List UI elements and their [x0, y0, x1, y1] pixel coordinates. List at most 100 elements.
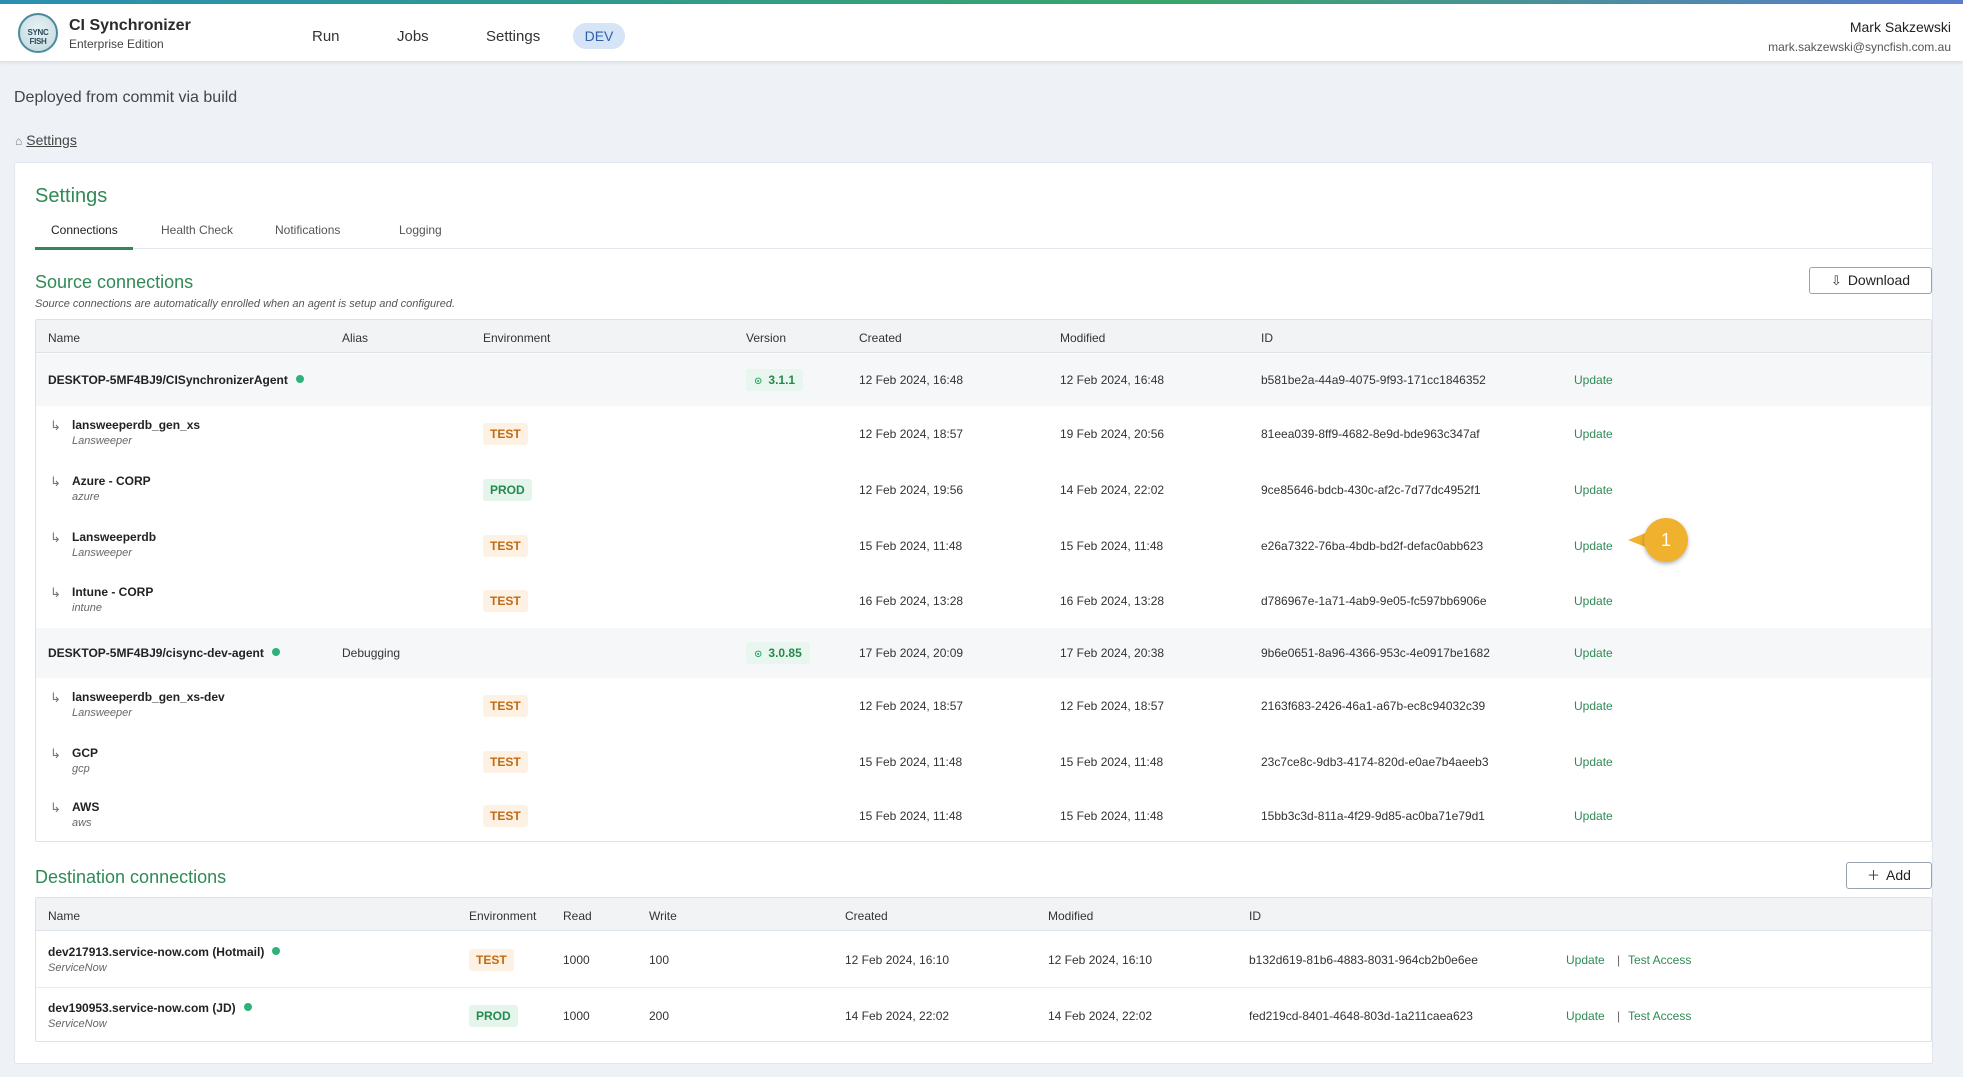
update-link[interactable]: Update	[1574, 809, 1613, 823]
add-button[interactable]: ＋ Add	[1846, 862, 1932, 889]
destination-row: dev217913.service-now.com (Hotmail) Servi…	[36, 932, 1931, 988]
tab-notifications[interactable]: Notifications	[275, 223, 340, 237]
col-id[interactable]: ID	[1261, 331, 1273, 345]
col-environment[interactable]: Environment	[483, 331, 550, 345]
connection-name[interactable]: Intune - CORP	[72, 585, 153, 599]
test-access-link[interactable]: Test Access	[1628, 953, 1691, 967]
col-modified[interactable]: Modified	[1060, 331, 1105, 345]
agent-row: DESKTOP-5MF4BJ9/cisync-dev-agent Debuggin…	[36, 628, 1931, 678]
dcol-name[interactable]: Name	[48, 909, 80, 923]
connection-id: 9b6e0651-8a96-4366-953c-4e0917be1682	[1261, 646, 1490, 660]
plus-icon: ＋	[1867, 868, 1881, 883]
update-link[interactable]: Update	[1574, 483, 1613, 497]
connection-id: 23c7ce8c-9db3-4174-820d-e0ae7b4aeeb3	[1261, 755, 1489, 769]
tab-health-check[interactable]: Health Check	[161, 223, 233, 237]
destination-connections-title: Destination connections	[35, 867, 227, 887]
connection-name[interactable]: Lansweeperdb	[72, 530, 156, 544]
update-link[interactable]: Update	[1574, 427, 1613, 441]
nav-settings[interactable]: Settings	[486, 28, 540, 45]
update-link[interactable]: Update	[1574, 539, 1613, 553]
version-text: 3.1.1	[768, 373, 796, 387]
dcol-write[interactable]: Write	[649, 909, 677, 923]
agent-name[interactable]: DESKTOP-5MF4BJ9/CISynchronizerAgent	[48, 373, 304, 387]
nav-run[interactable]: Run	[312, 28, 340, 45]
dcol-read[interactable]: Read	[563, 909, 592, 923]
destination-row: dev190953.service-now.com (JD) ServiceNow…	[36, 988, 1931, 1044]
environment-badge: TEST	[483, 695, 528, 717]
nav-jobs[interactable]: Jobs	[397, 28, 429, 45]
destination-name[interactable]: dev217913.service-now.com (Hotmail)	[48, 945, 281, 959]
destination-table-header: Name Environment Read Write Created Modi…	[36, 898, 1931, 931]
environment-badge: TEST	[483, 590, 528, 612]
col-name[interactable]: Name	[48, 331, 80, 345]
dcol-environment[interactable]: Environment	[469, 909, 536, 923]
connection-name[interactable]: lansweeperdb_gen_xs-dev	[72, 690, 225, 704]
link-separator: |	[1617, 1009, 1621, 1023]
environment-badge: TEST	[483, 423, 528, 445]
version-text: 3.0.85	[768, 646, 802, 660]
connection-row: ↳ lansweeperdb_gen_xs Lansweeper TEST 12 Feb…	[36, 406, 1931, 462]
version-badge: ⊙ 3.1.1	[746, 369, 804, 391]
user-email: mark.sakzewski@syncfish.com.au	[1768, 40, 1951, 54]
update-link[interactable]: Update	[1574, 373, 1613, 387]
created-date: 14 Feb 2024, 22:02	[845, 1009, 950, 1023]
update-link[interactable]: Update	[1566, 1009, 1605, 1023]
environment-badge: TEST	[469, 949, 514, 971]
dcol-created[interactable]: Created	[845, 909, 888, 923]
connection-row: ↳ AWS aws TEST 15 Feb 2024, 11:48 15 Feb 2024…	[36, 790, 1931, 842]
destination-id: b132d619-81b6-4883-8031-964cb2b0e6ee	[1249, 953, 1478, 967]
tab-connections[interactable]: Connections	[51, 223, 118, 237]
dcol-modified[interactable]: Modified	[1048, 909, 1093, 923]
source-connections-table: Name Alias Environment Version Created M…	[35, 319, 1932, 842]
dcol-id[interactable]: ID	[1249, 909, 1261, 923]
connection-name[interactable]: GCP	[72, 746, 98, 760]
connection-row: ↳ Azure - CORP azure PROD 12 Feb 2024, 19:56…	[36, 462, 1931, 518]
version-badge: ⊙ 3.0.85	[746, 642, 810, 664]
settings-tabs: Connections Health Check Notifications L…	[35, 215, 1932, 250]
agent-name-text: DESKTOP-5MF4BJ9/cisync-dev-agent	[48, 646, 264, 660]
destination-id: fed219cd-8401-4648-803d-1a211caea623	[1249, 1009, 1473, 1023]
download-button[interactable]: ⇩ Download	[1809, 267, 1932, 294]
user-name[interactable]: Mark Sakzewski	[1850, 19, 1951, 35]
download-button-label: Download	[1847, 272, 1911, 288]
settings-card: Settings Connections Health Check Notifi…	[14, 162, 1933, 1064]
modified-date: 15 Feb 2024, 11:48	[1060, 809, 1164, 823]
update-link[interactable]: Update	[1574, 699, 1613, 713]
connection-name[interactable]: Azure - CORP	[72, 474, 151, 488]
breadcrumb: ⌂ Settings	[15, 132, 77, 148]
status-dot	[272, 947, 281, 955]
update-link[interactable]: Update	[1574, 646, 1613, 660]
created-date: 12 Feb 2024, 16:48	[859, 373, 964, 387]
update-link[interactable]: Update	[1574, 755, 1613, 769]
connection-id: 15bb3c3d-811a-4f29-9d85-ac0ba71e79d1	[1261, 809, 1485, 823]
connection-name[interactable]: lansweeperdb_gen_xs	[72, 418, 200, 432]
col-version[interactable]: Version	[746, 331, 786, 345]
env-badge[interactable]: DEV	[573, 23, 625, 49]
write-value: 100	[649, 953, 670, 967]
child-arrow-icon: ↳	[50, 585, 61, 600]
read-value: 1000	[563, 1009, 590, 1023]
created-date: 15 Feb 2024, 11:48	[859, 755, 963, 769]
modified-date: 14 Feb 2024, 22:02	[1060, 483, 1165, 497]
deployed-text: Deployed from commit via build	[14, 89, 238, 106]
connection-row: ↳ lansweeperdb_gen_xs-dev Lansweeper TEST 12…	[36, 678, 1931, 734]
modified-date: 19 Feb 2024, 20:56	[1060, 427, 1165, 441]
environment-badge: TEST	[483, 535, 528, 557]
agent-name[interactable]: DESKTOP-5MF4BJ9/cisync-dev-agent	[48, 646, 280, 660]
destination-name-text: dev190953.service-now.com (JD)	[48, 1001, 236, 1015]
test-access-link[interactable]: Test Access	[1628, 1009, 1691, 1023]
tab-logging[interactable]: Logging	[399, 223, 442, 237]
col-created[interactable]: Created	[859, 331, 902, 345]
connection-name[interactable]: AWS	[72, 800, 99, 814]
destination-name[interactable]: dev190953.service-now.com (JD)	[48, 1001, 252, 1015]
update-link[interactable]: Update	[1566, 953, 1605, 967]
destination-type: ServiceNow	[48, 1018, 107, 1030]
connection-type: aws	[72, 817, 92, 829]
connection-id: 81eea039-8ff9-4682-8e9d-bde963c347af	[1261, 427, 1480, 441]
col-alias[interactable]: Alias	[342, 331, 368, 345]
update-link[interactable]: Update	[1574, 594, 1613, 608]
created-date: 12 Feb 2024, 18:57	[859, 427, 964, 441]
connection-row: ↳ Intune - CORP intune TEST 16 Feb 2024, 13:…	[36, 574, 1931, 628]
breadcrumb-settings-link[interactable]: Settings	[26, 132, 77, 148]
home-icon[interactable]: ⌂	[15, 134, 22, 148]
